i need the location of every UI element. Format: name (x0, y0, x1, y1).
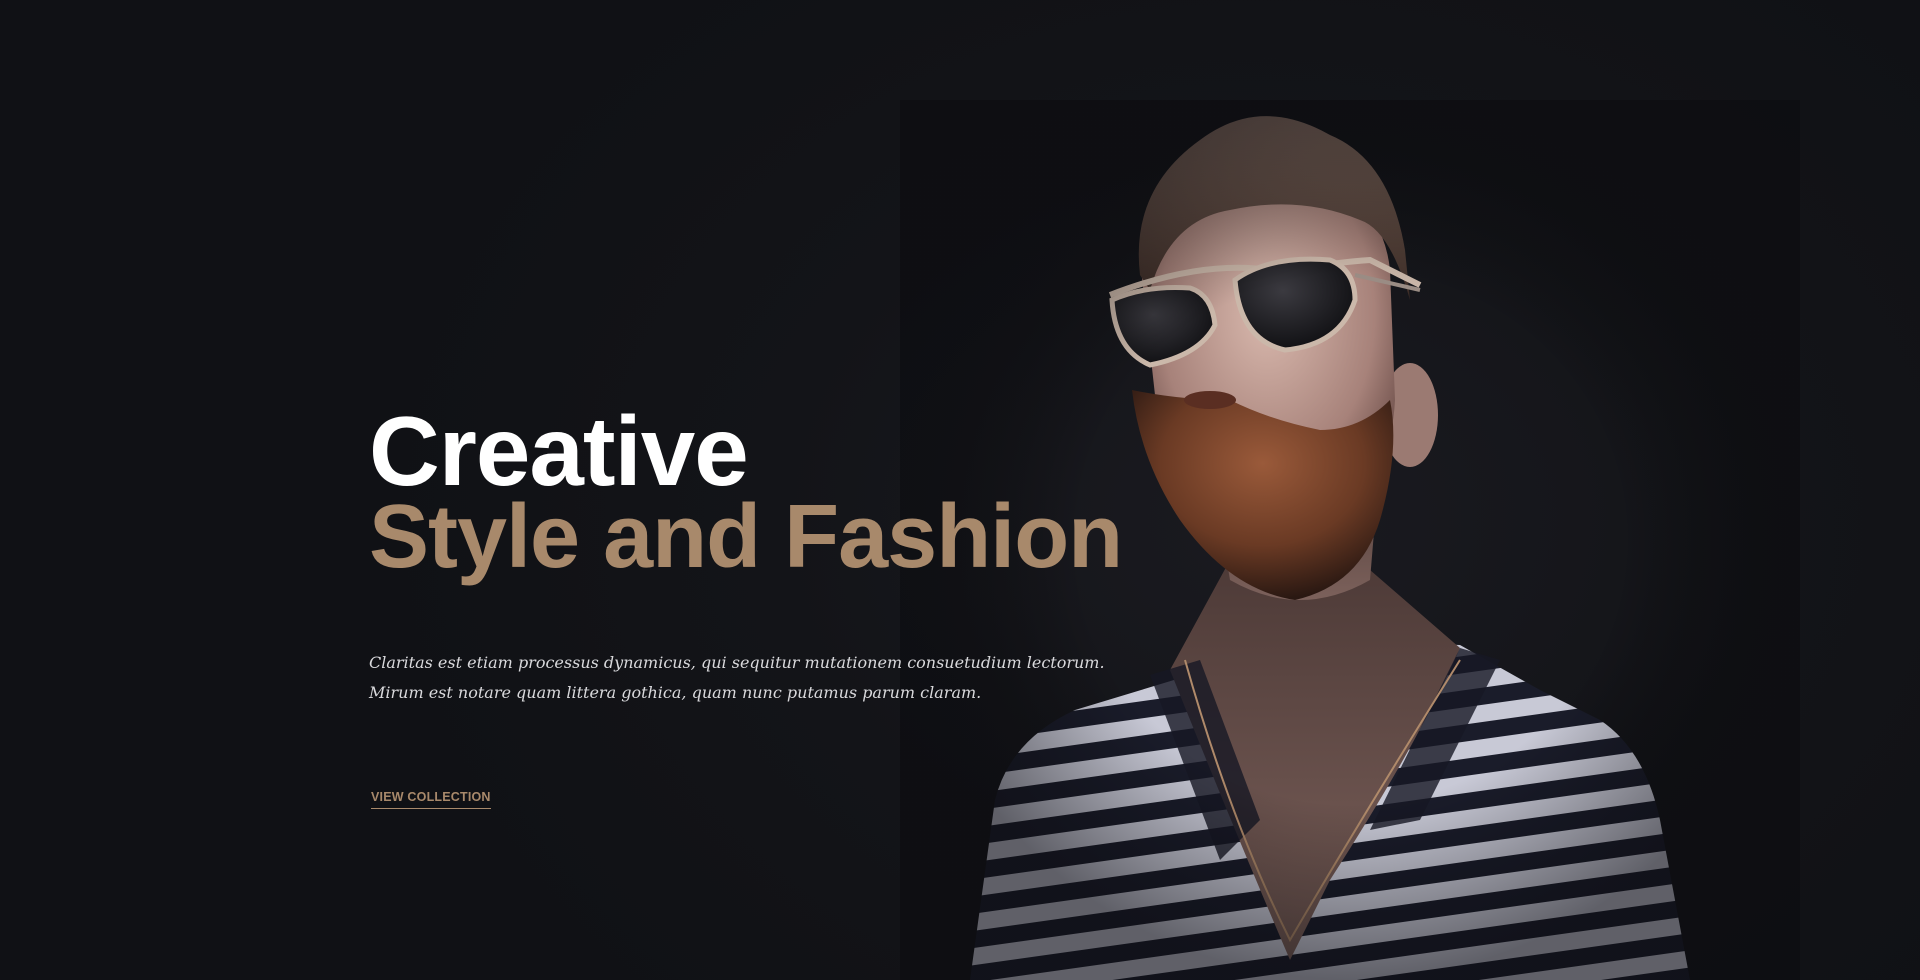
description-line-1: Claritas est etiam processus dynamicus, … (369, 653, 1105, 672)
hero-section: Creative Style and Fashion Claritas est … (0, 0, 1920, 980)
hero-headline: Creative Style and Fashion (369, 396, 1169, 587)
hero-text-block: Creative Style and Fashion Claritas est … (369, 396, 1169, 809)
view-collection-link[interactable]: VIEW COLLECTION (371, 790, 491, 809)
headline-line-style-and-fashion: Style and Fashion (369, 487, 1123, 587)
headline-line-creative: Creative (369, 396, 749, 506)
hero-description: Claritas est etiam processus dynamicus, … (369, 648, 1129, 708)
description-line-2: Mirum est notare quam littera gothica, q… (369, 683, 982, 702)
